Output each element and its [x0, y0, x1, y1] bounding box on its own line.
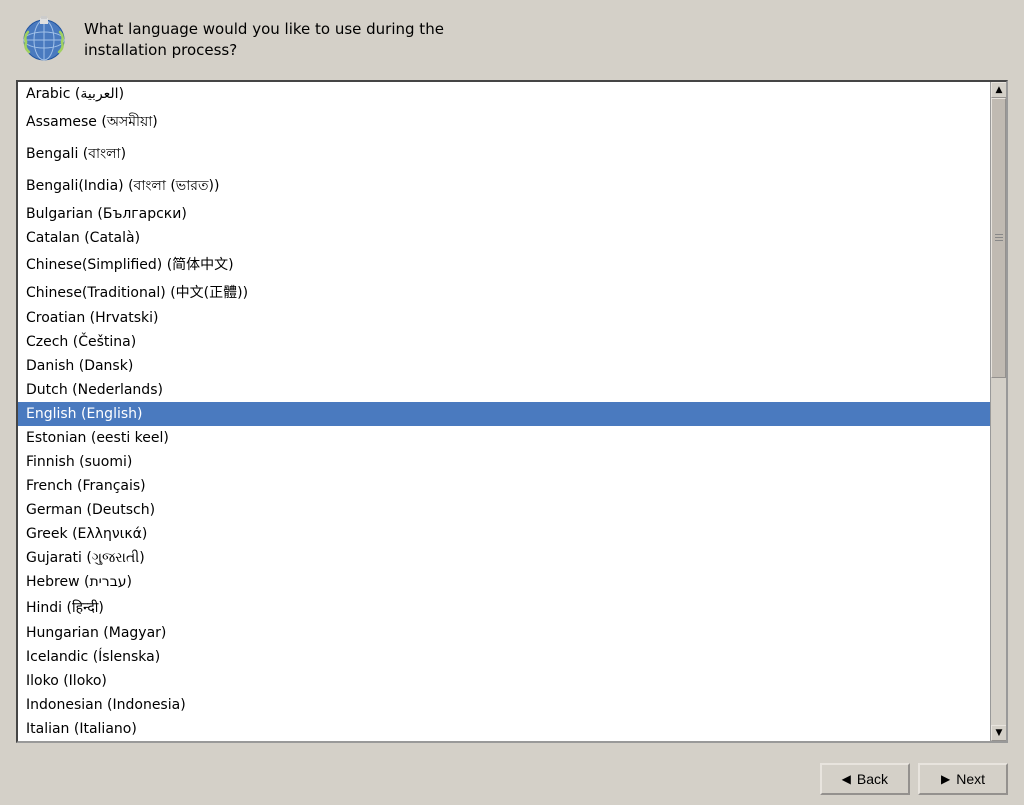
language-list-item[interactable]: Hebrew (עברית) — [18, 570, 990, 594]
language-list-item[interactable]: Bulgarian (Български) — [18, 202, 990, 226]
footer: ◀ Back ▶ Next — [0, 753, 1024, 805]
scrollbar-grip — [995, 229, 1003, 245]
language-list-item[interactable]: Bengali (বাংলা) — [18, 138, 990, 170]
main-content: Arabic (العربية)Assamese (অসমীয়া)Bengal… — [0, 80, 1024, 753]
language-list-item[interactable]: Croatian (Hrvatski) — [18, 306, 990, 330]
scroll-up-button[interactable]: ▲ — [991, 82, 1007, 98]
language-list-item[interactable]: Czech (Čeština) — [18, 330, 990, 354]
language-list-item[interactable]: Assamese (অসমীয়া) — [18, 106, 990, 138]
language-list-item[interactable]: English (English) — [18, 402, 990, 426]
language-list-item[interactable]: Danish (Dansk) — [18, 354, 990, 378]
language-list-item[interactable]: Finnish (suomi) — [18, 450, 990, 474]
language-list-item[interactable]: Chinese(Traditional) (中文(正體)) — [18, 278, 990, 306]
globe-icon — [20, 16, 68, 64]
language-list-item[interactable]: Estonian (eesti keel) — [18, 426, 990, 450]
language-list-item[interactable]: Chinese(Simplified) (简体中文) — [18, 250, 990, 278]
language-list-item[interactable]: Italian (Italiano) — [18, 717, 990, 741]
language-list-item[interactable]: Bengali(India) (বাংলা (ভারত)) — [18, 170, 990, 202]
scroll-down-button[interactable]: ▼ — [991, 725, 1007, 741]
language-list-item[interactable]: Arabic (العربية) — [18, 82, 990, 106]
language-list-item[interactable]: Greek (Ελληνικά) — [18, 522, 990, 546]
language-list-item[interactable]: Indonesian (Indonesia) — [18, 693, 990, 717]
language-list-item[interactable]: Dutch (Nederlands) — [18, 378, 990, 402]
language-list[interactable]: Arabic (العربية)Assamese (অসমীয়া)Bengal… — [18, 82, 990, 741]
back-label: Back — [857, 771, 888, 787]
scrollbar-thumb[interactable] — [991, 98, 1006, 378]
language-list-item[interactable]: Gujarati (ગુજરાતી) — [18, 546, 990, 570]
language-list-item[interactable]: Iloko (Iloko) — [18, 669, 990, 693]
language-list-item[interactable]: German (Deutsch) — [18, 498, 990, 522]
header-question: What language would you like to use duri… — [84, 19, 444, 61]
language-list-container: Arabic (العربية)Assamese (অসমীয়া)Bengal… — [16, 80, 1008, 743]
language-list-item[interactable]: Catalan (Català) — [18, 226, 990, 250]
scrollbar[interactable]: ▲ ▼ — [990, 82, 1006, 741]
header: What language would you like to use duri… — [0, 0, 1024, 80]
back-arrow-icon: ◀ — [842, 772, 851, 786]
next-arrow-icon: ▶ — [941, 772, 950, 786]
scrollbar-track-area[interactable] — [991, 98, 1006, 725]
language-list-item[interactable]: French (Français) — [18, 474, 990, 498]
language-list-item[interactable]: Hindi (हिन्दी) — [18, 594, 990, 621]
next-label: Next — [956, 771, 985, 787]
language-list-item[interactable]: Hungarian (Magyar) — [18, 621, 990, 645]
language-list-item[interactable]: Icelandic (Íslenska) — [18, 645, 990, 669]
